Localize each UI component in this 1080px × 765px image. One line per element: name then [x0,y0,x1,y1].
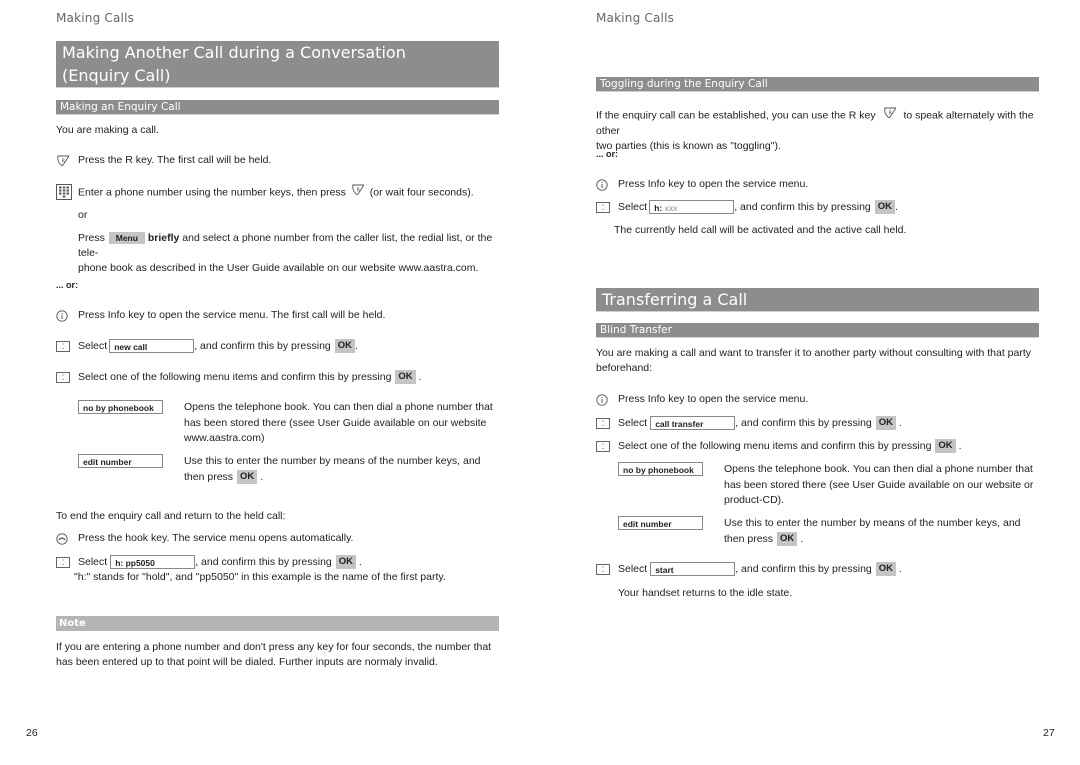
navigation-key-icon [56,339,78,354]
menu-item-start[interactable]: start [650,562,736,577]
running-head: Making Calls [596,11,675,25]
step-select-new-call: Select new call, and confirm this by pres… [56,339,499,354]
navigation-key-icon [56,555,78,570]
step-text: Press the hook key. The service menu ope… [78,532,354,544]
ok-key: OK [875,562,896,577]
r-key-icon: R [883,107,897,124]
menu-step: Press Menu briefly and select a phone numb… [78,232,493,274]
navigation-key-icon [596,439,618,454]
hold-explanation: "h:" stands for "hold", and "pp5050" in … [74,571,446,583]
ok-key: OK [395,370,416,385]
info-icon [56,308,78,323]
info-icon [596,177,618,192]
held-activated-text: The currently held call will be activate… [614,224,907,236]
end-intro: To end the enquiry call and return to th… [56,510,286,522]
menu-item-no-by-phonebook[interactable]: no by phonebook [618,462,703,476]
step-text: Press Info key to open the service menu. [618,393,809,405]
subheading-enquiry-call: Making an Enquiry Call [56,100,499,115]
page-number-right: 27 [1043,727,1055,739]
section-title-line1: Making Another Call during a Conversatio… [62,43,406,62]
step-info: Press Info key to open the service menu.… [56,308,499,323]
step-select-hold: Select h: xxx, and confirm this by pressi… [596,200,1039,215]
subheading-toggling: Toggling during the Enquiry Call [596,77,1039,92]
menu-item-edit-number[interactable]: edit number [618,516,703,530]
running-head: Making Calls [56,11,135,25]
option-description: Opens the telephone book. You can then d… [724,463,1034,506]
step-enter-number: Enter a phone number using the number ke… [56,183,499,201]
menu-item-edit-number[interactable]: edit number [78,454,163,468]
ok-key: OK [335,555,356,570]
toggle-text: If the enquiry call can be established, … [596,107,1039,154]
step-select-hold: Select h: pp5050, and confirm this by pre… [56,555,499,570]
alt-or-label: ... or: [56,280,78,290]
menu-item-no-by-phonebook[interactable]: no by phonebook [78,400,163,414]
ok-key: OK [874,200,895,215]
step-select-one: Select one of the following menu items a… [596,439,1039,454]
section-title-line2: (Enquiry Call) [62,66,171,85]
navigation-key-icon [596,416,618,431]
step-info: Press Info key to open the service menu. [596,392,1039,407]
navigation-key-icon [596,562,618,577]
ok-key: OK [935,439,956,454]
navigation-key-icon [56,370,78,385]
r-key-icon: R [56,153,78,168]
ok-key: OK [237,469,258,484]
subheading-blind-transfer: Blind Transfer [596,323,1039,338]
step-text: Enter a phone number using the number ke… [78,184,474,201]
ok-key: OK [875,416,896,431]
option-description: Use this to enter the number by means of… [724,517,1021,546]
note-text: If you are entering a phone number and d… [56,641,492,668]
info-icon [596,392,618,407]
or-text: or [78,209,88,221]
step-text: Press the R key. The first call will be … [78,154,272,166]
svg-text:R: R [62,158,66,164]
note-heading: Note [56,616,499,631]
blind-intro: You are making a call and want to transf… [596,347,1032,374]
option-description: Use this to enter the number by means of… [184,455,481,484]
step-select-one: Select one of the following menu items a… [56,370,499,385]
navigation-key-icon [596,200,618,215]
ok-key: OK [777,531,798,546]
svg-text:R: R [888,111,892,117]
step-r-key: R Press the R key. The first call will b… [56,153,499,168]
step-select-call-transfer: Select call transfer, and confirm this by… [596,416,1039,431]
step-hook: Press the hook key. The service menu ope… [56,531,499,546]
ok-key: OK [334,339,355,354]
r-key-icon: R [351,184,365,201]
idle-text: Your handset returns to the idle state. [618,587,793,599]
keypad-icon [56,183,78,200]
option-description: Opens the telephone book. You can then d… [184,401,493,444]
hook-key-icon [56,531,78,546]
page-number-left: 26 [26,727,38,739]
menu-item-hold[interactable]: h: pp5050 [110,555,196,570]
intro-text: You are making a call. [56,124,159,136]
menu-item-hold[interactable]: h: xxx [649,200,735,215]
step-text: Press Info key to open the service menu. [618,178,809,190]
section-title-transfer: Transferring a Call [596,288,1039,312]
menu-item-call-transfer[interactable]: call transfer [650,416,736,431]
alt-or-label: ... or: [596,149,618,159]
menu-item-new-call[interactable]: new call [109,339,195,354]
step-info: Press Info key to open the service menu. [596,177,1039,192]
svg-text:R: R [356,188,360,194]
step-select-start: Select start, and confirm this by pressin… [596,562,1039,577]
section-title: Making Another Call during a Conversatio… [56,41,499,88]
menu-key: Menu [108,232,145,245]
step-text: Press Info key to open the service menu.… [78,309,386,321]
